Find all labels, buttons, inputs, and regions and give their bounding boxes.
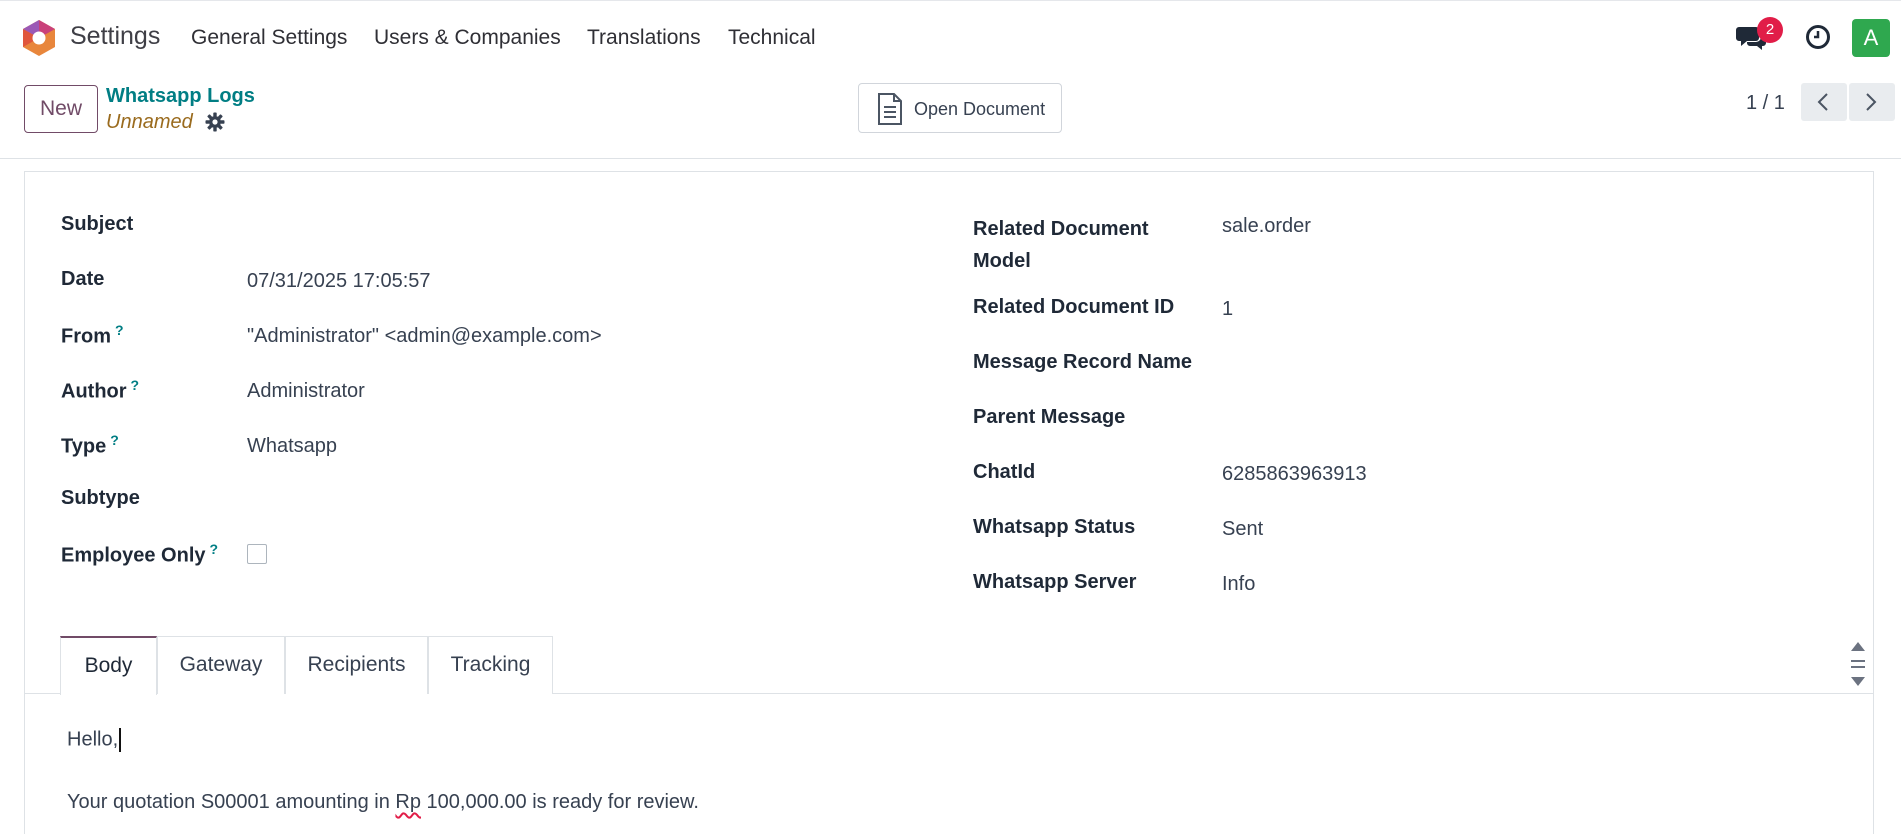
chat-badge: 2 [1757, 17, 1783, 43]
misspelled-word[interactable]: Rp [395, 791, 421, 813]
record-name: Unnamed [106, 111, 193, 133]
help-icon[interactable]: ? [210, 541, 219, 557]
pager-value[interactable]: 1 / 1 [1746, 92, 1785, 115]
related-document-model-label: Related Document Model [973, 218, 1149, 272]
new-button[interactable]: New [24, 85, 98, 133]
from-value[interactable]: "Administrator" <admin@example.com> [247, 325, 602, 348]
pager-previous-button[interactable] [1801, 83, 1847, 121]
open-document-button[interactable]: Open Document [858, 83, 1062, 133]
whatsapp-status-value[interactable]: Sent [1222, 518, 1263, 541]
from-label: From? [61, 322, 124, 348]
tab-body[interactable]: Body [60, 636, 157, 695]
parent-message-label: Parent Message [973, 406, 1126, 428]
author-value[interactable]: Administrator [247, 380, 365, 403]
date-value[interactable]: 07/31/2025 17:05:57 [247, 270, 431, 293]
subject-label: Subject [61, 213, 134, 235]
menu-technical[interactable]: Technical [728, 26, 816, 50]
tab-recipients[interactable]: Recipients [285, 636, 428, 694]
pager-next-button[interactable] [1849, 83, 1895, 121]
document-icon [878, 93, 902, 125]
message-record-name-label: Message Record Name [973, 351, 1192, 373]
odoo-logo-icon[interactable] [22, 19, 56, 57]
gear-icon[interactable] [205, 112, 225, 132]
subtype-label: Subtype [61, 487, 140, 509]
tab-gateway[interactable]: Gateway [157, 636, 285, 694]
menu-translations[interactable]: Translations [587, 26, 701, 50]
type-value[interactable]: Whatsapp [247, 435, 337, 458]
chevron-right-icon [1866, 93, 1877, 111]
open-document-label: Open Document [914, 99, 1046, 119]
chatid-value[interactable]: 6285863963913 [1222, 463, 1367, 486]
related-document-id-label: Related Document ID [973, 296, 1175, 318]
user-avatar[interactable]: A [1852, 19, 1890, 57]
resize-handle-icon[interactable] [1850, 641, 1866, 687]
date-label: Date [61, 268, 105, 290]
chevron-left-icon [1817, 93, 1828, 111]
tab-tracking[interactable]: Tracking [428, 636, 553, 694]
type-label: Type? [61, 432, 119, 458]
help-icon[interactable]: ? [115, 322, 124, 338]
app-title[interactable]: Settings [70, 22, 160, 51]
menu-general-settings[interactable]: General Settings [191, 26, 347, 50]
whatsapp-server-label: Whatsapp Server [973, 571, 1137, 593]
text-cursor [119, 728, 122, 752]
whatsapp-status-label: Whatsapp Status [973, 516, 1136, 538]
chatid-label: ChatId [973, 461, 1036, 483]
body-line-message[interactable]: Your quotation S00001 amounting in Rp 10… [67, 791, 699, 814]
employee-only-label: Employee Only? [61, 541, 219, 567]
control-panel: New Whatsapp Logs Unnamed Open Document … [0, 75, 1901, 159]
related-document-id-value[interactable]: 1 [1222, 298, 1233, 321]
help-icon[interactable]: ? [131, 377, 140, 393]
clock-icon[interactable] [1805, 24, 1831, 50]
whatsapp-server-value[interactable]: Info [1222, 573, 1255, 596]
employee-only-checkbox[interactable] [247, 544, 267, 564]
menu-users-companies[interactable]: Users & Companies [374, 26, 561, 50]
body-line-greeting[interactable]: Hello, [67, 728, 122, 752]
related-document-model-value[interactable]: sale.order [1222, 215, 1311, 238]
help-icon[interactable]: ? [110, 432, 119, 448]
breadcrumb-whatsapp-logs[interactable]: Whatsapp Logs [106, 85, 255, 108]
top-navbar: Settings General Settings Users & Compan… [0, 0, 1901, 75]
author-label: Author? [61, 377, 140, 403]
